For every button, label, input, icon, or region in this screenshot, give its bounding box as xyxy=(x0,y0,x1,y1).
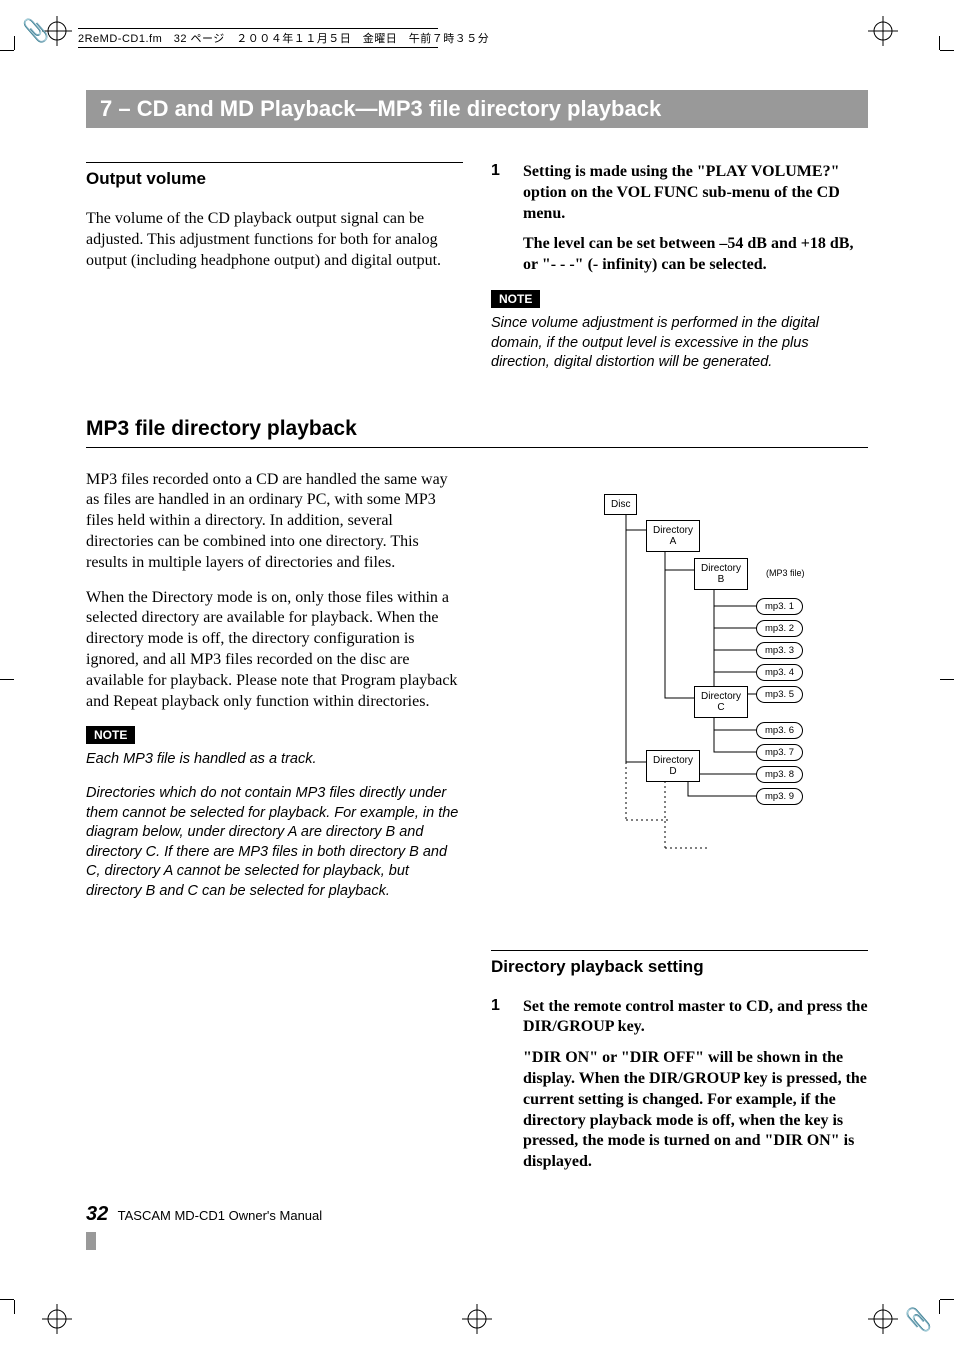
left-column-lower: MP3 files recorded onto a CD are handled… xyxy=(86,470,463,1187)
crop-mark xyxy=(14,36,15,50)
crop-mark xyxy=(0,679,14,680)
registration-mark-icon xyxy=(868,16,898,46)
registration-mark-icon xyxy=(462,1304,492,1334)
diagram-file: mp3. 4 xyxy=(756,664,803,681)
step-subtext: "DIR ON" or "DIR OFF" will be shown in t… xyxy=(523,1048,868,1173)
directory-tree-diagram: Disc Directory A Directory B Directory C… xyxy=(508,480,868,920)
chapter-title-bar: 7 – CD and MD Playback—MP3 file director… xyxy=(86,90,868,128)
registration-mark-icon xyxy=(42,1304,72,1334)
diagram-node-dir-c: Directory C xyxy=(694,686,748,718)
diagram-file: mp3. 1 xyxy=(756,598,803,615)
step-row: 1 Set the remote control master to CD, a… xyxy=(491,997,868,1039)
crop-mark xyxy=(940,50,954,51)
crop-mark xyxy=(14,1300,15,1314)
registration-mark-icon xyxy=(868,1304,898,1334)
left-column: Output volume The volume of the CD playb… xyxy=(86,162,463,387)
filename-text: 2ReMD-CD1.fm 32 ページ ２００４年１１月５日 金曜日 午前７時３… xyxy=(78,33,489,45)
crop-mark xyxy=(940,1299,954,1300)
two-column-layout: Output volume The volume of the CD playb… xyxy=(86,162,868,387)
note-text: Since volume adjustment is performed in … xyxy=(491,314,868,373)
source-filename-bar: 2ReMD-CD1.fm 32 ページ ２００４年１１月５日 金曜日 午前７時３… xyxy=(78,28,489,48)
heading-directory-playback-setting: Directory playback setting xyxy=(491,950,868,977)
diagram-file: mp3. 9 xyxy=(756,788,803,805)
diagram-node-disc: Disc xyxy=(604,494,637,515)
diagram-file: mp3. 7 xyxy=(756,744,803,761)
footer-text: TASCAM MD-CD1 Owner's Manual xyxy=(118,1208,323,1223)
crop-mark xyxy=(939,1300,940,1314)
crop-mark xyxy=(0,1299,14,1300)
diagram-file: mp3. 6 xyxy=(756,722,803,739)
two-column-layout-2: MP3 files recorded onto a CD are handled… xyxy=(86,470,868,1187)
crop-mark xyxy=(939,36,940,50)
note-text: Each MP3 file is handled as a track. xyxy=(86,750,463,770)
diagram-node-dir-d: Directory D xyxy=(646,750,700,782)
content-area: 7 – CD and MD Playback—MP3 file director… xyxy=(86,90,868,1187)
step-text: Set the remote control master to CD, and… xyxy=(523,997,868,1039)
page-footer: 32 TASCAM MD-CD1 Owner's Manual xyxy=(86,1203,322,1250)
note-badge: NOTE xyxy=(86,726,135,744)
crop-mark xyxy=(940,679,954,680)
diagram-file: mp3. 8 xyxy=(756,766,803,783)
diagram-file: mp3. 2 xyxy=(756,620,803,637)
paragraph: When the Directory mode is on, only thos… xyxy=(86,588,463,713)
footer-tab-icon xyxy=(86,1232,96,1250)
spiral-binding-icon: 📎 xyxy=(905,1306,932,1332)
page-number: 32 xyxy=(86,1203,108,1225)
crop-mark xyxy=(0,50,14,51)
diagram-file: mp3. 5 xyxy=(756,686,803,703)
note-badge: NOTE xyxy=(491,290,540,308)
right-column-lower: Disc Directory A Directory B Directory C… xyxy=(491,470,868,1187)
step-number: 1 xyxy=(491,162,505,224)
step-text: Setting is made using the "PLAY VOLUME?"… xyxy=(523,162,868,224)
spiral-binding-icon: 📎 xyxy=(22,18,49,44)
heading-output-volume: Output volume xyxy=(86,162,463,189)
diagram-node-dir-b: Directory B xyxy=(694,558,748,590)
right-column-upper: 1 Setting is made using the "PLAY VOLUME… xyxy=(491,162,868,387)
page: 📎 📎 2ReMD-CD1.fm 32 ページ ２００４年１１月５日 金曜日 午… xyxy=(0,0,954,1350)
diagram-file: mp3. 3 xyxy=(756,642,803,659)
heading-mp3-playback: MP3 file directory playback xyxy=(86,417,868,448)
paragraph: MP3 files recorded onto a CD are handled… xyxy=(86,470,463,574)
step-row: 1 Setting is made using the "PLAY VOLUME… xyxy=(491,162,868,224)
diagram-label-mp3file: (MP3 file) xyxy=(766,568,805,578)
step-subtext: The level can be set between –54 dB and … xyxy=(523,234,868,276)
diagram-node-dir-a: Directory A xyxy=(646,520,700,552)
step-number: 1 xyxy=(491,997,505,1039)
note-text: Directories which do not contain MP3 fil… xyxy=(86,784,463,901)
paragraph: The volume of the CD playback output sig… xyxy=(86,209,463,271)
